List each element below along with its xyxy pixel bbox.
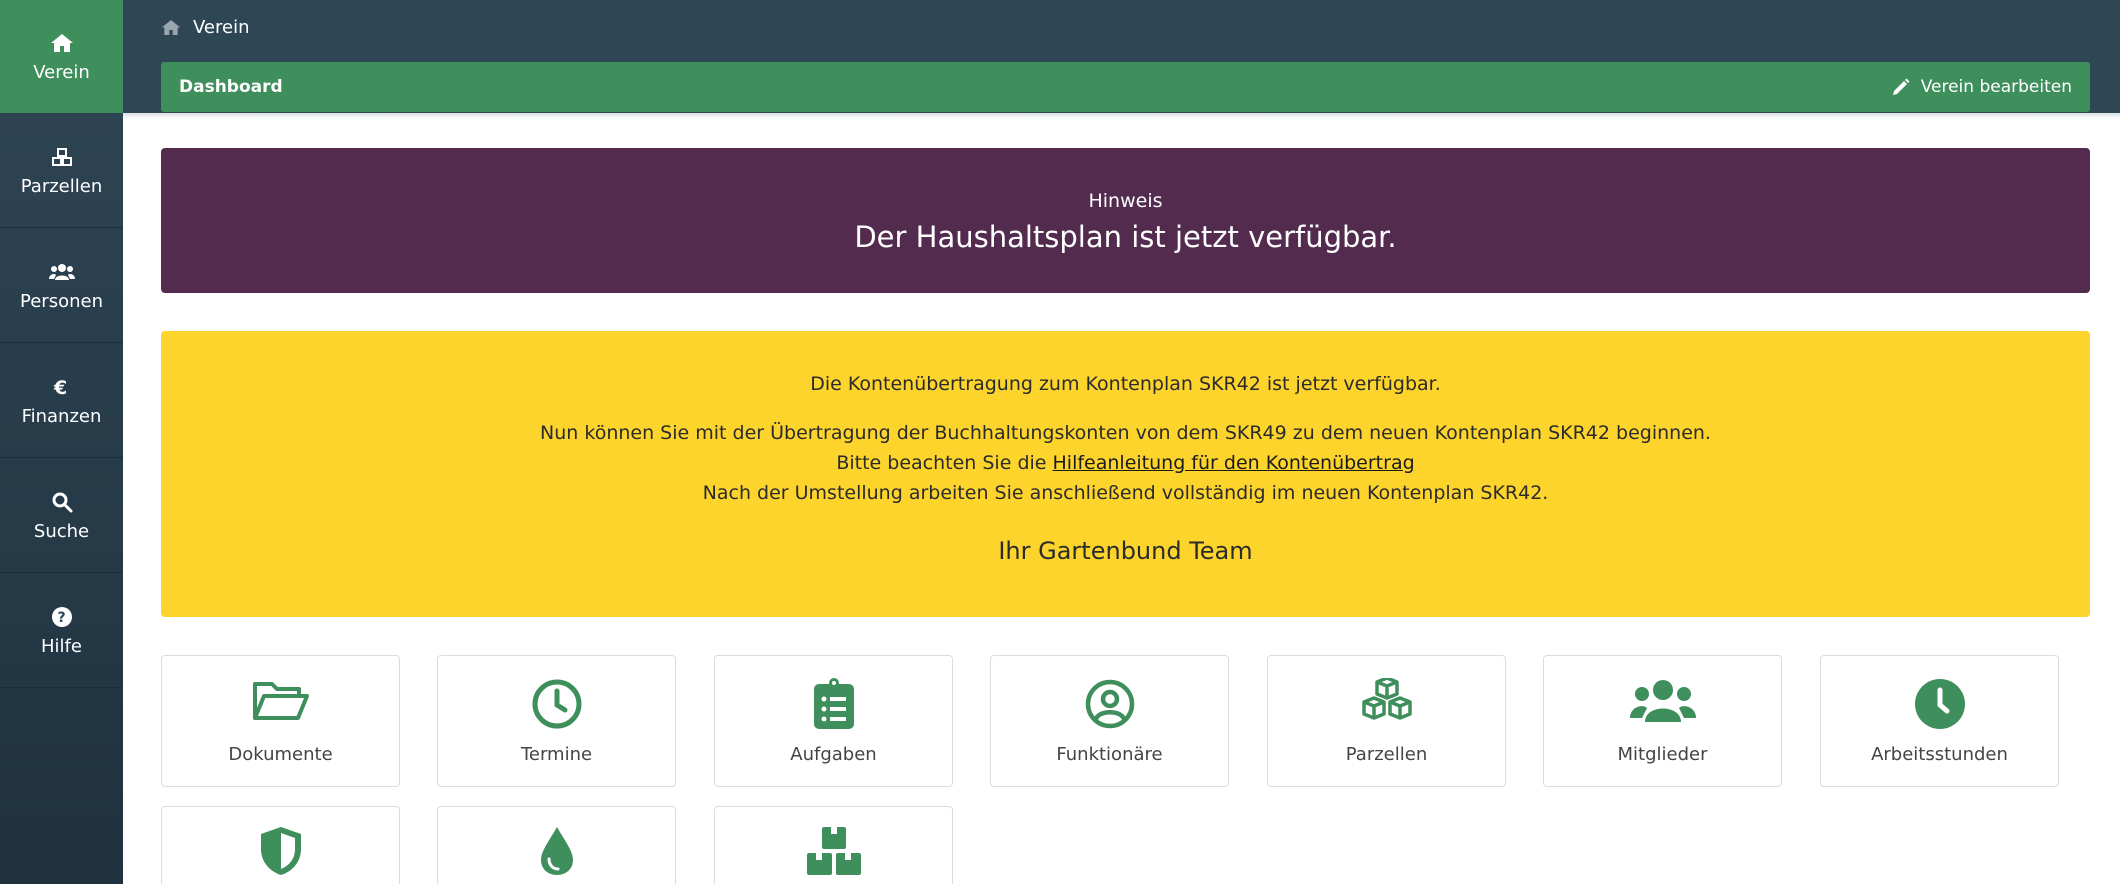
tile-label: Funktionäre (1056, 744, 1163, 765)
tile-parzellen[interactable]: Parzellen (1267, 655, 1506, 787)
tile-dokumente[interactable]: Dokumente (161, 655, 400, 787)
sidebar-item-verein[interactable]: Verein (0, 0, 123, 113)
sidebar-item-label: Finanzen (21, 405, 102, 427)
tile-shield[interactable] (161, 806, 400, 884)
sidebar-item-label: Hilfe (41, 635, 82, 657)
sidebar-item-finanzen[interactable]: € Finanzen (0, 343, 123, 458)
users-icon (1544, 678, 1781, 730)
home-icon (161, 19, 181, 37)
sidebar-item-personen[interactable]: Personen (0, 228, 123, 343)
svg-text:?: ? (57, 610, 65, 626)
notice-heading: Hinweis (1088, 190, 1163, 212)
cubes-icon (49, 144, 75, 170)
breadcrumb[interactable]: Verein (161, 17, 249, 38)
svg-text:€: € (53, 377, 67, 397)
notice-banner: Hinweis Der Haushaltsplan ist jetzt verf… (161, 148, 2090, 293)
tile-arbeitsstunden[interactable]: Arbeitsstunden (1820, 655, 2059, 787)
clock-outline-icon (438, 678, 675, 730)
cubes-icon (1268, 678, 1505, 730)
tile-label: Parzellen (1345, 744, 1428, 765)
breadcrumb-label: Verein (193, 17, 250, 38)
tile-label: Dokumente (228, 744, 333, 765)
info-banner: Die Kontenübertragung zum Kontenplan SKR… (161, 331, 2090, 617)
help-guide-link[interactable]: Hilfeanleitung für den Kontenübertrag (1053, 452, 1415, 474)
home-icon (49, 30, 75, 56)
user-circle-icon (991, 678, 1228, 730)
pencil-icon (1892, 78, 1910, 96)
page-title: Dashboard (179, 77, 283, 97)
tile-label: Mitglieder (1617, 744, 1708, 765)
sidebar-item-label: Suche (33, 520, 90, 542)
clipboard-list-icon (715, 678, 952, 730)
sidebar-item-suche[interactable]: Suche (0, 458, 123, 573)
tile-aufgaben[interactable]: Aufgaben (714, 655, 953, 787)
edit-verein-label: Verein bearbeiten (1920, 77, 2072, 97)
notice-message: Der Haushaltsplan ist jetzt verfügbar. (854, 220, 1397, 254)
shield-icon (162, 825, 399, 877)
tile-water[interactable] (437, 806, 676, 884)
euro-icon: € (49, 374, 75, 400)
search-icon (49, 489, 75, 515)
tile-boxes[interactable] (714, 806, 953, 884)
tile-label: Arbeitsstunden (1871, 744, 2008, 765)
info-line: Nun können Sie mit der Übertragung der B… (540, 422, 1711, 444)
tile-label: Termine (520, 744, 593, 765)
sidebar-item-hilfe[interactable]: ? Hilfe (0, 573, 123, 688)
info-line: Bitte beachten Sie die (836, 452, 1053, 474)
tile-label: Aufgaben (790, 744, 877, 765)
water-drop-icon (438, 825, 675, 877)
info-line: Die Kontenübertragung zum Kontenplan SKR… (810, 373, 1441, 395)
sidebar-item-label: Parzellen (20, 175, 103, 197)
top-bar: Verein Dashboard Verein bearbeiten (123, 0, 2120, 117)
sidebar: Verein Parzellen Personen € Finanzen Suc… (0, 0, 123, 884)
tile-mitglieder[interactable]: Mitglieder (1543, 655, 1782, 787)
users-icon (48, 259, 75, 285)
folder-open-icon (162, 678, 399, 730)
boxes-icon (715, 825, 952, 877)
clock-solid-icon (1821, 678, 2058, 730)
dashboard-bar: Dashboard Verein bearbeiten (161, 62, 2090, 112)
info-signature: Ihr Gartenbund Team (998, 537, 1253, 565)
question-icon: ? (49, 604, 75, 630)
divider (123, 113, 2120, 119)
tile-termine[interactable]: Termine (437, 655, 676, 787)
sidebar-item-label: Verein (33, 62, 90, 83)
sidebar-item-label: Personen (20, 290, 103, 312)
info-line-with-link: Bitte beachten Sie die Hilfeanleitung fü… (161, 452, 2090, 474)
edit-verein-button[interactable]: Verein bearbeiten (1892, 77, 2072, 97)
info-line: Nach der Umstellung arbeiten Sie anschli… (702, 482, 1549, 504)
tile-funktionaere[interactable]: Funktionäre (990, 655, 1229, 787)
sidebar-item-parzellen[interactable]: Parzellen (0, 113, 123, 228)
